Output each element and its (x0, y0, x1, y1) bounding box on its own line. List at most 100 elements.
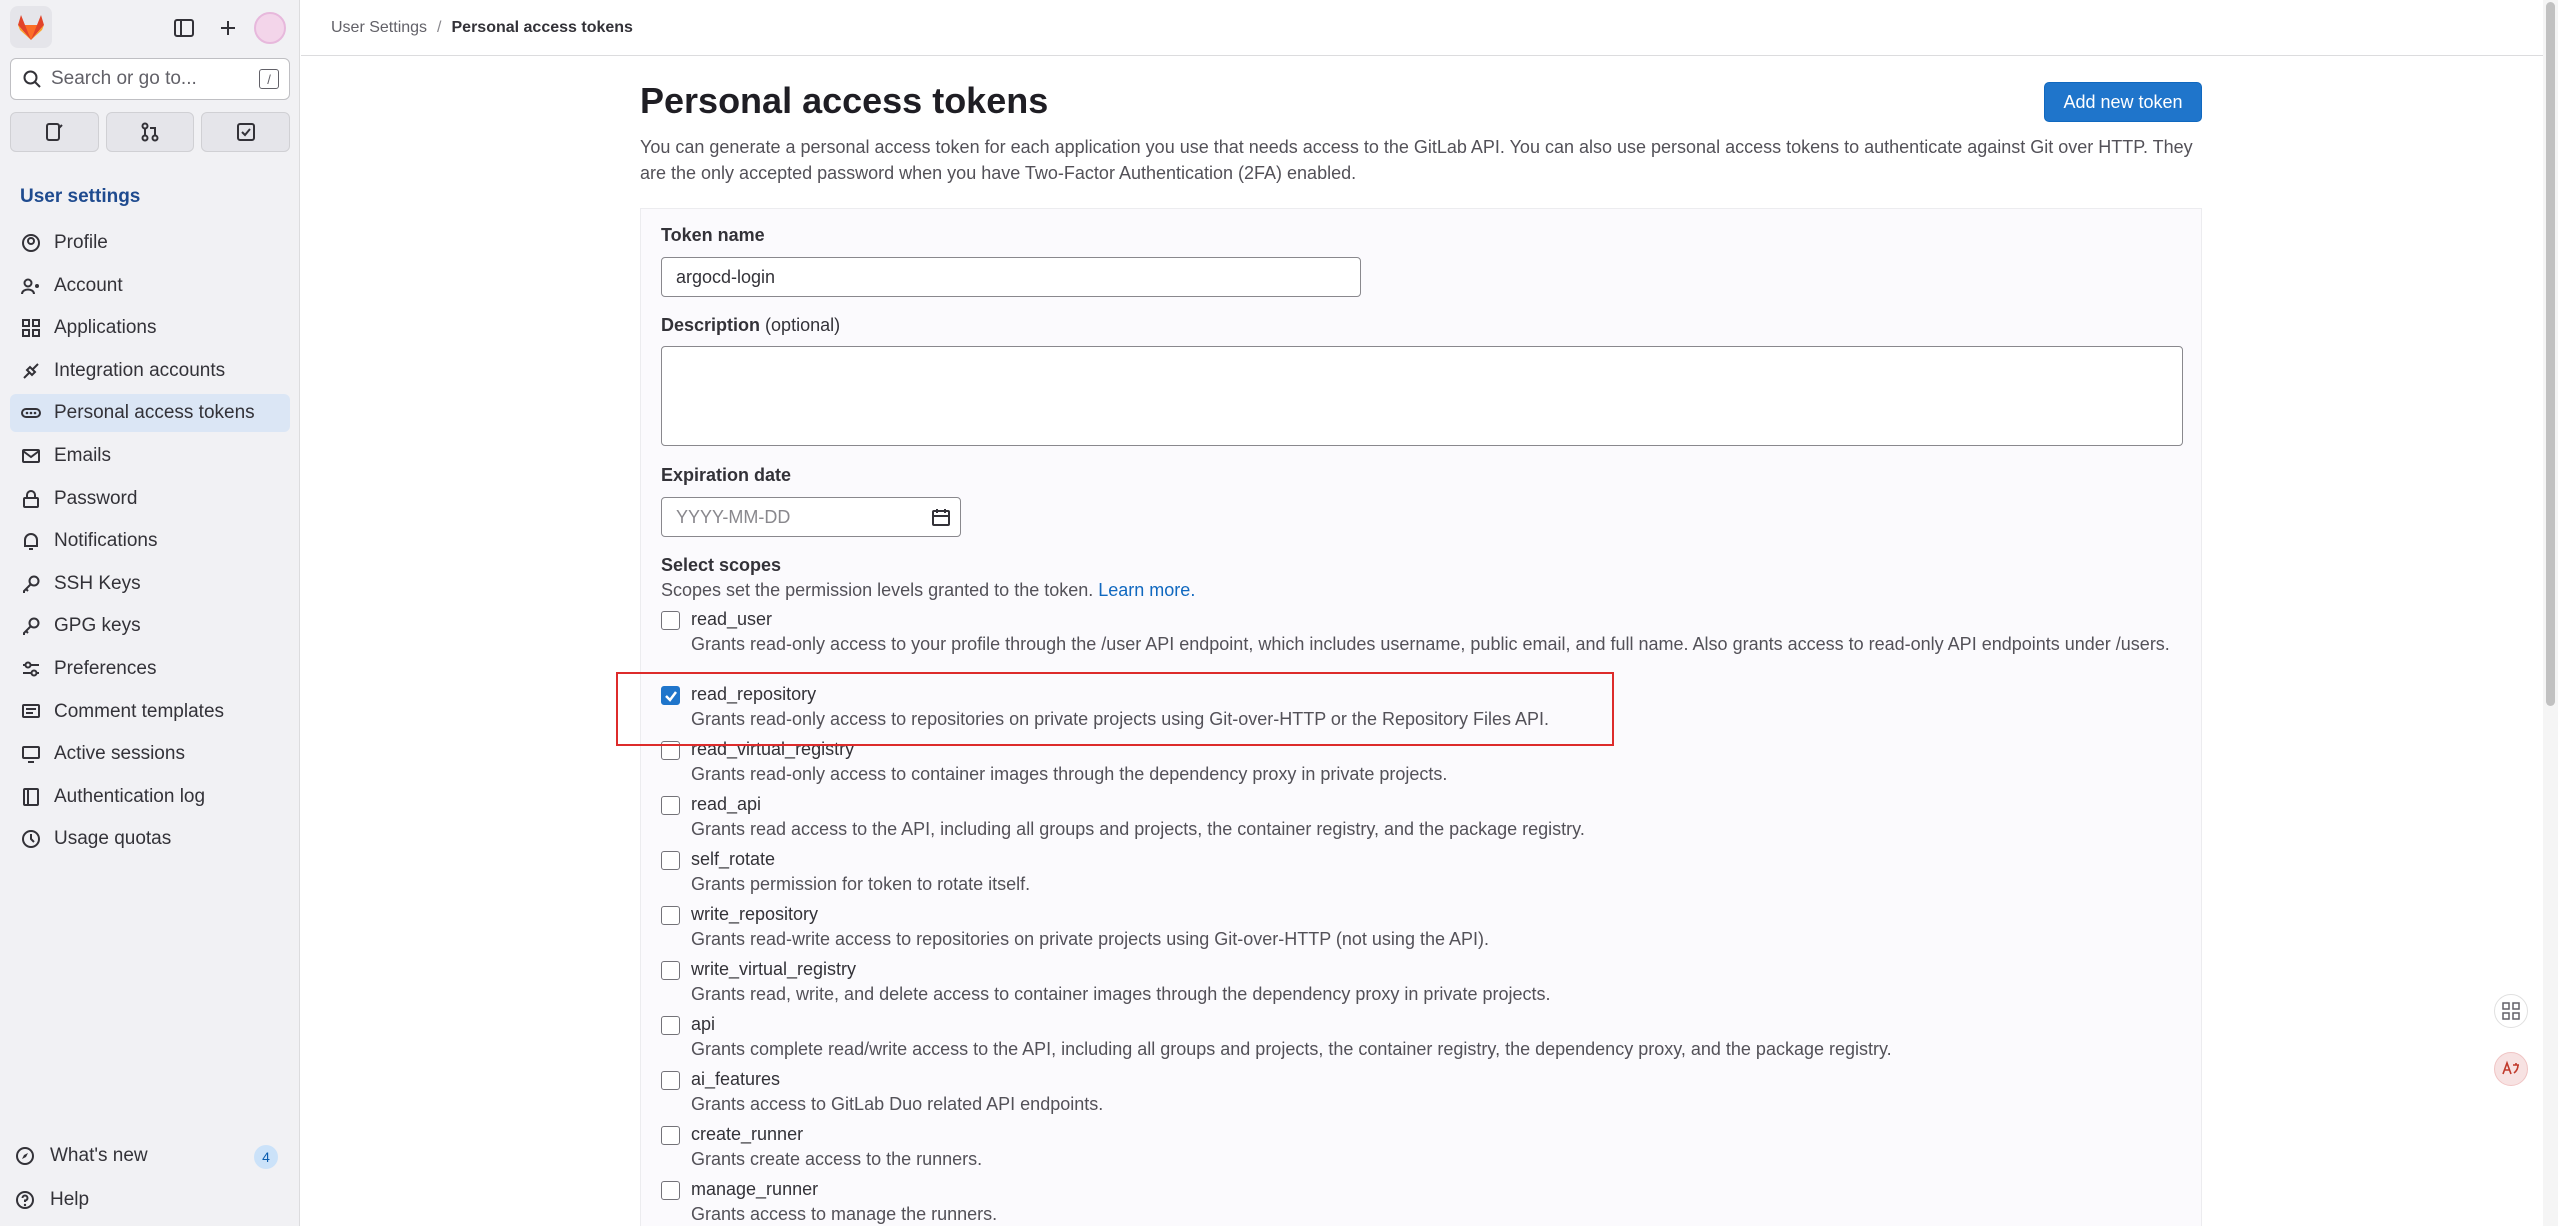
applications-icon (20, 317, 42, 339)
sidebar-item-integration-accounts[interactable]: Integration accounts (10, 352, 290, 390)
todo-icon (236, 123, 255, 141)
scope-checkbox[interactable] (661, 1181, 680, 1200)
help-icon (14, 1189, 36, 1211)
scope-checkbox[interactable] (661, 1016, 680, 1035)
expiration-label: Expiration date (661, 465, 792, 485)
scope-checkbox[interactable] (661, 1126, 680, 1145)
issues-button[interactable] (10, 112, 99, 152)
sidebar-item-label: Profile (54, 232, 108, 253)
scope-checkbox[interactable] (661, 611, 680, 630)
page-title: Personal access tokens (640, 80, 1049, 121)
sidebar-toggle-icon[interactable] (168, 12, 200, 44)
learn-more-link[interactable]: Learn more. (1098, 580, 1195, 600)
scope-checkbox[interactable] (661, 796, 680, 815)
apps-grid-float-button[interactable] (2494, 994, 2528, 1028)
scope-description: Grants complete read/write access to the… (691, 1039, 1892, 1059)
sidebar-item-password[interactable]: Password (10, 480, 290, 518)
merge-request-icon (141, 122, 159, 142)
scope-description: Grants access to manage the runners. (691, 1204, 998, 1224)
calendar-icon[interactable] (930, 506, 952, 528)
breadcrumb-separator: / (437, 18, 442, 36)
scrollbar-thumb[interactable] (2546, 2, 2555, 706)
integration-icon (20, 360, 42, 382)
sidebar-nav: Profile Account Applications Integration… (10, 224, 290, 863)
scope-description: Grants permission for token to rotate it… (691, 874, 1031, 894)
page-scrollbar[interactable] (2543, 0, 2558, 1226)
comment-icon (20, 701, 42, 723)
search-input[interactable]: Search or go to... / (10, 58, 290, 100)
sidebar: Search or go to... / User settings Profi… (0, 0, 300, 1226)
intro-text: You can generate a personal access token… (640, 137, 2193, 183)
key-icon (20, 573, 42, 595)
sidebar-item-label: Notifications (54, 530, 158, 552)
todos-button[interactable] (201, 112, 291, 152)
scope-name: ai_features (691, 1069, 781, 1089)
scope-description: Grants read-write access to repositories… (691, 929, 1489, 949)
merge-requests-button[interactable] (105, 112, 195, 152)
whats-new-button[interactable]: What's new 4 (10, 1137, 290, 1175)
account-icon (20, 275, 42, 297)
sidebar-item-account[interactable]: Account (10, 267, 290, 305)
description-textarea[interactable] (661, 346, 2183, 446)
scopes-label: Select scopes (661, 555, 782, 575)
token-icon (20, 402, 42, 424)
sidebar-item-emails[interactable]: Emails (10, 437, 290, 475)
token-name-input[interactable]: argocd-login (661, 257, 1361, 297)
sidebar-item-profile[interactable]: Profile (10, 224, 290, 262)
sidebar-item-preferences[interactable]: Preferences (10, 650, 290, 688)
scope-checkbox[interactable] (661, 1071, 680, 1090)
breadcrumb-current[interactable]: Personal access tokens (452, 19, 633, 37)
sidebar-item-active-sessions[interactable]: Active sessions (10, 735, 290, 773)
sidebar-section-title: User settings (20, 186, 141, 207)
scope-description: Grants read, write, and delete access to… (691, 984, 1551, 1004)
translate-icon (2502, 1060, 2519, 1075)
scope-name: read_user (691, 609, 773, 629)
grid-icon (2502, 1002, 2520, 1020)
scope-name: write_virtual_registry (691, 959, 857, 979)
scope-name: self_rotate (691, 849, 776, 869)
scope-description: Grants read-only access to container ima… (691, 764, 1448, 784)
sidebar-item-personal-access-tokens[interactable]: Personal access tokens (10, 394, 290, 433)
translate-float-button[interactable] (2494, 1052, 2528, 1086)
sidebar-item-gpg-keys[interactable]: GPG keys (10, 607, 290, 645)
quota-icon (20, 828, 42, 850)
search-icon (23, 70, 41, 88)
lock-icon (20, 488, 42, 510)
sidebar-item-label: Password (54, 487, 138, 509)
sidebar-item-comment-templates[interactable]: Comment templates (10, 693, 290, 731)
sidebar-item-label: Comment templates (54, 700, 225, 722)
expiration-date-input[interactable]: YYYY-MM-DD (661, 497, 961, 537)
quick-actions (10, 112, 291, 152)
gitlab-logo-icon[interactable] (10, 6, 52, 48)
token-name-label: Token name (661, 225, 765, 245)
breadcrumb-user-settings[interactable]: User Settings (331, 19, 427, 37)
add-new-token-button[interactable]: Add new token (2044, 82, 2202, 122)
sidebar-item-authentication-log[interactable]: Authentication log (10, 778, 290, 816)
scope-checkbox[interactable] (661, 961, 680, 980)
scope-description: Grants read access to the API, including… (691, 819, 1585, 839)
scope-checkbox[interactable] (661, 906, 680, 925)
sidebar-item-label: Integration accounts (54, 359, 226, 381)
scopes-help: Scopes set the permission levels granted… (661, 580, 1195, 601)
sidebar-item-label: Preferences (54, 657, 157, 679)
sidebar-item-applications[interactable]: Applications (10, 309, 290, 347)
monitor-icon (20, 743, 42, 765)
help-button[interactable]: Help (10, 1181, 290, 1219)
scope-description: Grants create access to the runners. (691, 1149, 983, 1169)
scope-name: create_runner (691, 1124, 804, 1144)
scope-description: Grants read-only access to your profile … (691, 634, 2170, 654)
avatar[interactable] (254, 12, 286, 44)
scope-name: api (691, 1014, 716, 1034)
sidebar-item-notifications[interactable]: Notifications (10, 522, 290, 560)
plus-icon[interactable] (212, 12, 244, 44)
sidebar-item-ssh-keys[interactable]: SSH Keys (10, 565, 290, 603)
sidebar-item-label: SSH Keys (54, 572, 141, 594)
scope-checkbox[interactable] (661, 851, 680, 870)
sidebar-item-usage-quotas[interactable]: Usage quotas (10, 820, 290, 858)
breadcrumb: User Settings / Personal access tokens (301, 0, 2543, 56)
description-label: Description (optional) (661, 315, 840, 336)
bell-icon (20, 530, 42, 552)
sidebar-item-label: GPG keys (54, 615, 141, 637)
search-shortcut-key: / (259, 69, 279, 89)
scope-read-user: read_user Grants read-only access to you… (661, 609, 2183, 659)
